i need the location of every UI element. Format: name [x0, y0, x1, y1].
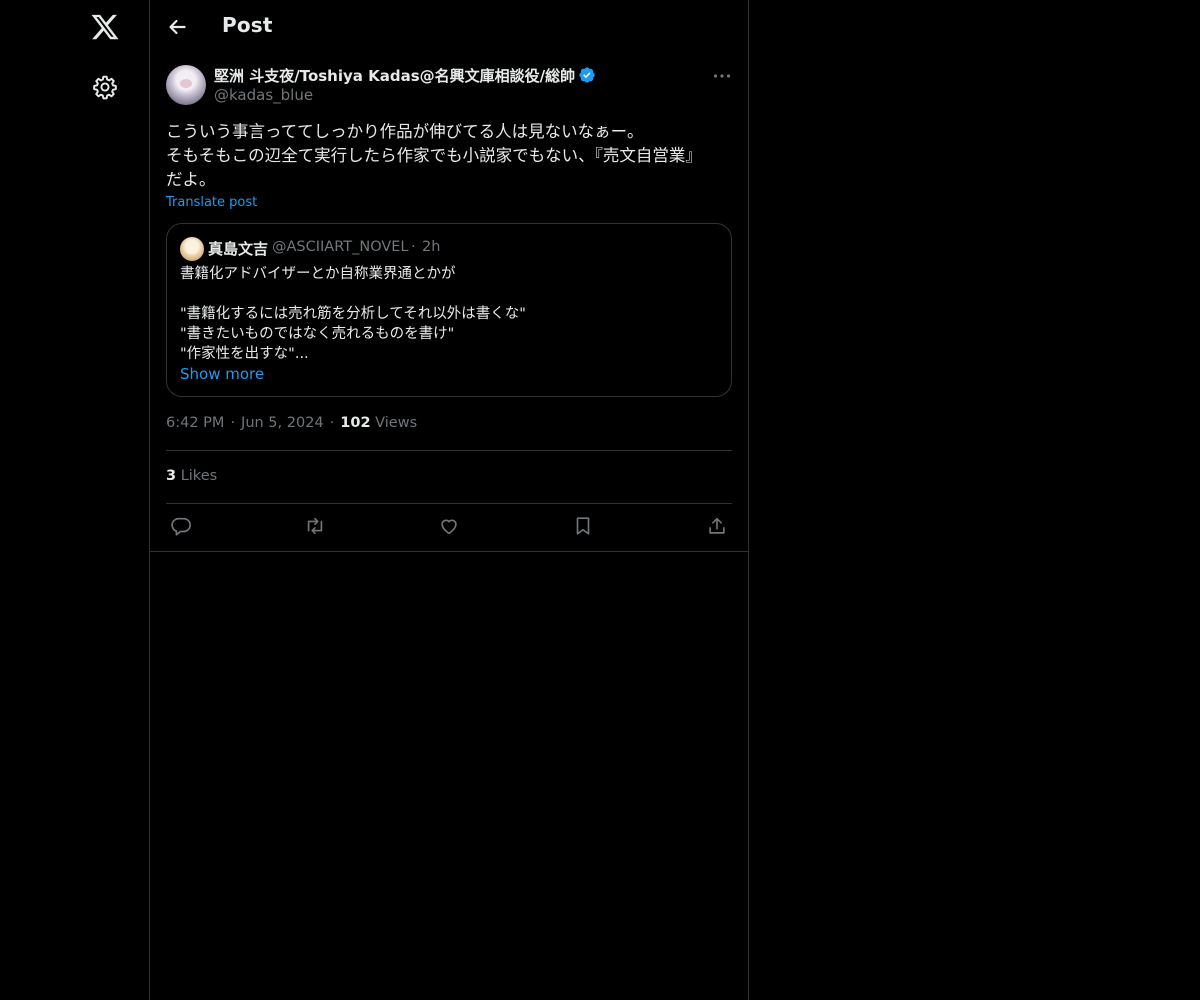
- page-title: Post: [222, 13, 273, 37]
- views-label: Views: [375, 415, 418, 431]
- post-date[interactable]: Jun 5, 2024: [241, 415, 324, 431]
- quoted-text-line: "作家性を出すな"...: [180, 346, 309, 362]
- share-icon[interactable]: [706, 515, 730, 539]
- show-more-link[interactable]: Show more: [180, 365, 264, 383]
- post-text-line: そもそもこの辺全て実行したら作家でも小説家でもない、『売文自営業』: [166, 146, 702, 165]
- action-bar: [150, 505, 748, 551]
- divider: [150, 551, 748, 552]
- likes-count: 3: [166, 468, 177, 484]
- bookmark-icon[interactable]: [572, 515, 596, 539]
- quoted-text-line: "書籍化するには売れ筋を分析してそれ以外は書くな": [180, 306, 526, 322]
- divider: [166, 450, 732, 451]
- main-column: Post 堅洲 斗支夜/Toshiya Kadas@名興文庫相談役/総帥 @ka…: [149, 0, 749, 1000]
- verified-badge-icon: [578, 66, 596, 84]
- reply-icon[interactable]: [170, 515, 194, 539]
- post-header: Post: [150, 0, 748, 53]
- quoted-author-name: 真島文吉: [208, 240, 269, 258]
- views-count: 102: [340, 415, 371, 431]
- quoted-author-avatar: [180, 237, 204, 261]
- back-arrow-icon[interactable]: [164, 14, 190, 40]
- app-root: Post 堅洲 斗支夜/Toshiya Kadas@名興文庫相談役/総帥 @ka…: [0, 0, 1200, 1000]
- author-name[interactable]: 堅洲 斗支夜/Toshiya Kadas@名興文庫相談役/総帥: [214, 65, 596, 86]
- repost-icon[interactable]: [304, 515, 328, 539]
- quoted-text-line: 書籍化アドバイザーとか自称業界通とかが: [180, 266, 456, 282]
- x-logo-icon[interactable]: [90, 12, 120, 42]
- post-text: こういう事言っててしっかり作品が伸びてる人は見ないなぁー。 そもそもこの辺全て実…: [166, 120, 736, 192]
- gear-icon[interactable]: [92, 74, 118, 100]
- quoted-text-line: "書きたいものではなく売れるものを書け": [180, 326, 455, 342]
- quoted-post-card[interactable]: 真島文吉 @ASCIIART_NOVEL · 2h 書籍化アドバイザーとか自称業…: [166, 223, 732, 397]
- quoted-text-line: [180, 284, 720, 304]
- like-icon[interactable]: [438, 515, 462, 539]
- post-text-line: こういう事言っててしっかり作品が伸びてる人は見ないなぁー。: [166, 122, 644, 141]
- likes-label: Likes: [180, 468, 218, 484]
- post-text-line: だよ。: [166, 170, 216, 189]
- author-handle[interactable]: @kadas_blue: [214, 86, 313, 104]
- separator-dot: ·: [329, 415, 335, 431]
- quoted-post-time: 2h: [422, 239, 441, 255]
- divider: [166, 503, 732, 504]
- quoted-author-handle: @ASCIIART_NOVEL: [272, 239, 409, 255]
- post-meta: 6:42 PM · Jun 5, 2024 · 102 Views: [166, 415, 417, 431]
- separator-dot: ·: [411, 239, 416, 255]
- post-time[interactable]: 6:42 PM: [166, 415, 224, 431]
- likes-stat[interactable]: 3 Likes: [166, 468, 217, 484]
- separator-dot: ·: [230, 415, 236, 431]
- more-options-icon[interactable]: [710, 64, 734, 88]
- quoted-post-text: 書籍化アドバイザーとか自称業界通とかが "書籍化するには売れ筋を分析してそれ以外…: [180, 264, 720, 364]
- author-name-text: 堅洲 斗支夜/Toshiya Kadas@名興文庫相談役/総帥: [214, 67, 576, 85]
- left-rail: [0, 0, 150, 1000]
- translate-post-link[interactable]: Translate post: [166, 195, 257, 210]
- author-avatar[interactable]: [166, 65, 206, 105]
